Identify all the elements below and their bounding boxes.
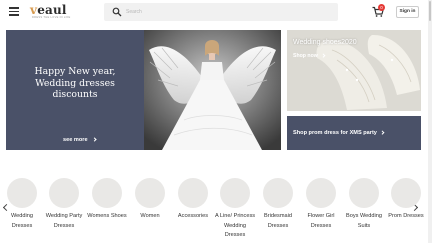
category-image (349, 178, 379, 208)
category-label: Flower Girl Dresses (307, 213, 335, 229)
category-flower-girl-dresses[interactable]: Flower Girl Dresses (299, 178, 343, 231)
category-label: Women (140, 213, 160, 219)
category-label: Boys Wedding Suits (346, 213, 382, 229)
category-label: Wedding Dresses (11, 213, 33, 229)
cart-count-badge: 0 (378, 4, 385, 11)
scrollbar-thumb[interactable] (429, 1, 431, 21)
search-input[interactable] (126, 6, 326, 18)
category-prom-dresses[interactable]: Prom Dresses (384, 178, 428, 222)
chevron-right-icon (380, 130, 385, 135)
search-bar[interactable] (104, 3, 338, 21)
logo-tagline: DRESS THE LOVE IN LIFE (32, 16, 71, 19)
category-image (220, 178, 250, 208)
category-image (49, 178, 79, 208)
category-label: Womens Shoes (87, 213, 127, 219)
sign-in-button[interactable]: Sign in (396, 6, 419, 18)
category-image (7, 178, 37, 208)
search-icon[interactable] (112, 7, 122, 17)
category-label: Wedding Party Dresses (45, 213, 83, 229)
category-a-line-princess-wedding-dresses[interactable]: A Line/ Princess Wedding Dresses (213, 178, 257, 241)
category-image (306, 178, 336, 208)
chevron-right-icon (321, 53, 325, 58)
see-more-link[interactable]: see more (63, 137, 97, 143)
chevron-right-icon (91, 137, 97, 142)
site-logo[interactable]: veaul DRESS THE LOVE IN LIFE (30, 3, 74, 20)
bride-angel-wings-image (144, 30, 281, 150)
hamburger-menu-icon[interactable] (9, 7, 19, 16)
category-image (263, 178, 293, 208)
hero-title: Happy New year, Wedding dresses discount… (34, 66, 116, 100)
category-boys-wedding-suits[interactable]: Boys Wedding Suits (342, 178, 386, 231)
category-bridesmaid-dresses[interactable]: Bridesmaid Dresses (256, 178, 300, 231)
category-women[interactable]: Women (128, 178, 172, 222)
prom-dress-link[interactable]: Shop prom dress for XMS party (293, 130, 385, 136)
category-image (391, 178, 421, 208)
prom-dress-promo[interactable]: Shop prom dress for XMS party (287, 116, 421, 150)
hero-banner[interactable]: Happy New year, Wedding dresses discount… (6, 30, 281, 150)
category-image (92, 178, 122, 208)
wedding-shoes-title: Wedding shoes2020 (293, 39, 357, 46)
category-wedding-dresses[interactable]: Wedding Dresses (0, 178, 44, 231)
shop-now-link[interactable]: Shop now (293, 53, 325, 59)
category-image (178, 178, 208, 208)
logo-wordmark: veaul (30, 3, 67, 17)
category-accessories[interactable]: Accessories (171, 178, 215, 222)
site-header: veaul DRESS THE LOVE IN LIFE 0 Sign in (0, 0, 432, 24)
category-womens-shoes[interactable]: Womens Shoes (85, 178, 129, 222)
page-scrollbar[interactable] (428, 0, 432, 243)
wedding-shoes-promo[interactable]: Wedding shoes2020 Shop now (287, 30, 421, 111)
category-label: Prom Dresses (388, 213, 424, 219)
category-wedding-party-dresses[interactable]: Wedding Party Dresses (42, 178, 86, 231)
category-image (135, 178, 165, 208)
category-label: A Line/ Princess Wedding Dresses (214, 213, 256, 238)
category-label: Accessories (177, 213, 209, 219)
category-label: Bridesmaid Dresses (264, 213, 292, 229)
